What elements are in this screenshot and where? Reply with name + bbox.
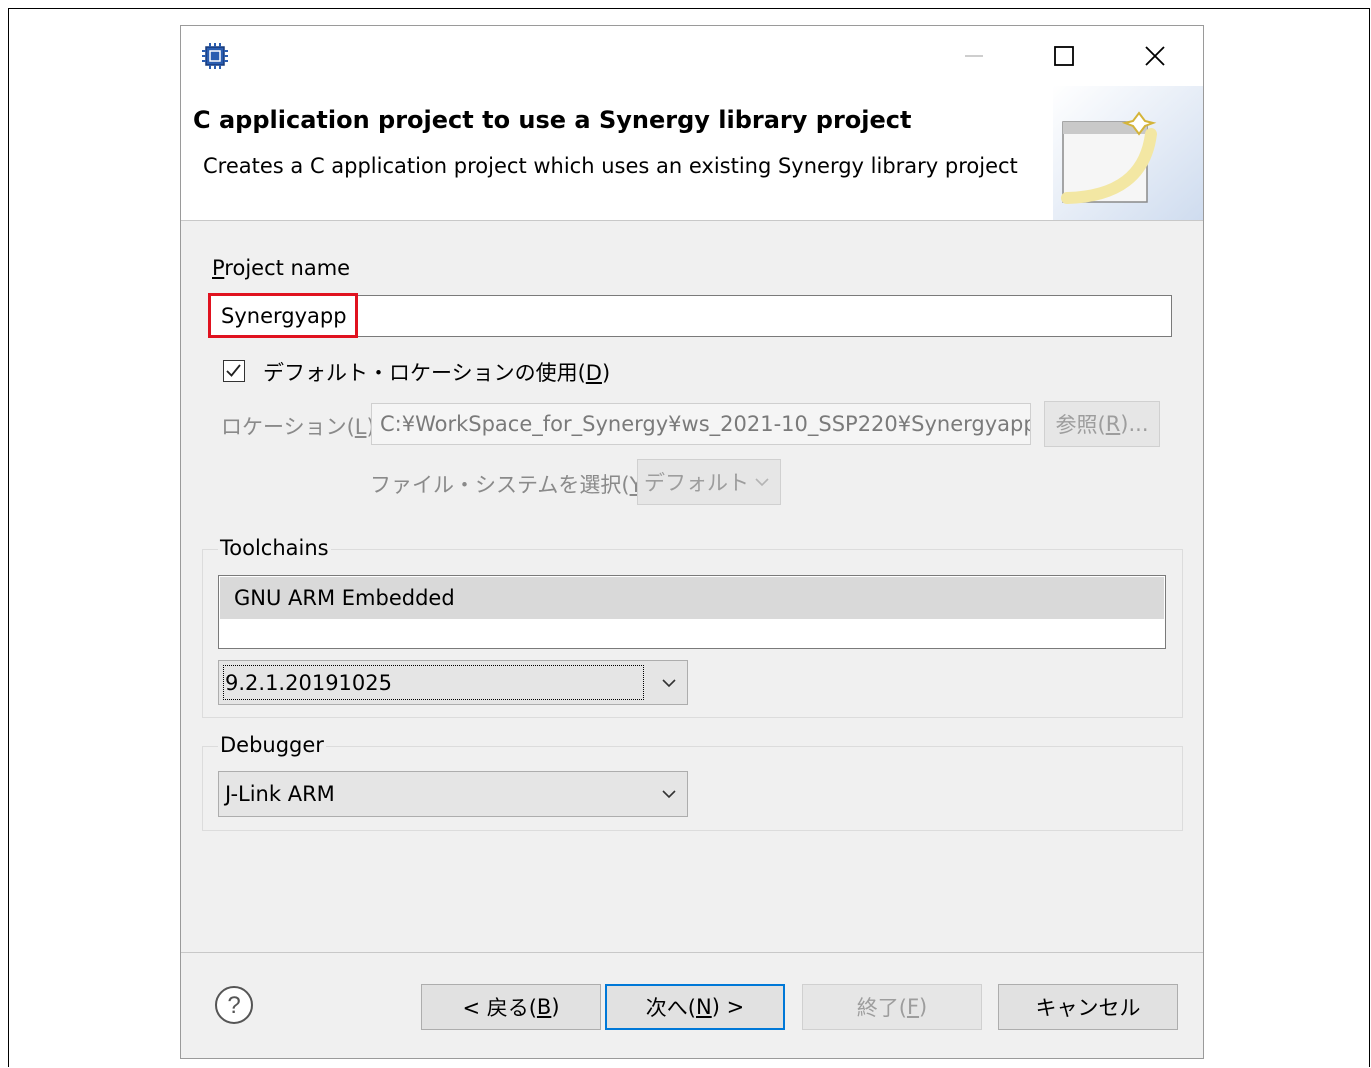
footer-separator (181, 952, 1203, 953)
checkmark-icon (226, 364, 241, 377)
chevron-down-icon (755, 478, 769, 487)
filesystem-select[interactable]: デフォルト (637, 459, 781, 505)
wizard-banner-icon (1053, 86, 1203, 220)
title-bar (181, 26, 1203, 86)
banner-title: C application project to use a Synergy l… (193, 106, 912, 134)
close-icon (1145, 46, 1165, 66)
cancel-button[interactable]: キャンセル (998, 984, 1178, 1030)
close-button[interactable] (1132, 36, 1178, 76)
toolchain-item-label: GNU ARM Embedded (234, 586, 455, 610)
toolchain-version-select[interactable]: 9.2.1.20191025 (218, 660, 688, 705)
toolchains-title: Toolchains (218, 536, 331, 560)
debugger-value: J-Link ARM (225, 782, 335, 806)
browse-button[interactable]: 参照(R)... (1044, 401, 1160, 447)
svg-text:?: ? (227, 992, 240, 1019)
minimize-button[interactable] (951, 36, 997, 76)
toolchain-version-value: 9.2.1.20191025 (225, 670, 392, 695)
maximize-icon (1054, 46, 1074, 66)
back-button[interactable]: < 戻る(B) (421, 984, 601, 1030)
highlight-box (208, 293, 358, 338)
next-button[interactable]: 次へ(N) > (605, 984, 785, 1030)
filesystem-label: ファイル・システムを選択(Y): (370, 473, 658, 497)
wizard-banner: C application project to use a Synergy l… (181, 86, 1203, 221)
finish-button[interactable]: 終了(F) (802, 984, 982, 1030)
location-value: C:¥WorkSpace_for_Synergy¥ws_2021-10_SSP2… (380, 412, 1031, 436)
chevron-down-icon (662, 678, 676, 687)
default-location-checkbox[interactable] (223, 360, 245, 382)
filesystem-value: デフォルト (644, 471, 749, 495)
app-chip-icon (202, 43, 228, 69)
wizard-dialog: C application project to use a Synergy l… (180, 25, 1204, 1059)
default-location-label[interactable]: デフォルト・ロケーションの使用(D) (263, 357, 610, 387)
location-input[interactable]: C:¥WorkSpace_for_Synergy¥ws_2021-10_SSP2… (371, 403, 1031, 445)
debugger-select[interactable]: J-Link ARM (218, 771, 688, 817)
help-icon[interactable]: ? (213, 984, 255, 1026)
minimize-icon (965, 55, 983, 57)
toolchain-item-gnu-arm[interactable]: GNU ARM Embedded (220, 577, 1164, 619)
banner-description: Creates a C application project which us… (203, 154, 1018, 178)
location-label: ロケーション(L): (221, 415, 382, 439)
maximize-button[interactable] (1041, 36, 1087, 76)
debugger-title: Debugger (218, 733, 326, 757)
toolchains-list[interactable]: GNU ARM Embedded (218, 575, 1166, 649)
chevron-down-icon (662, 790, 676, 799)
project-name-label: Project name (212, 256, 351, 280)
